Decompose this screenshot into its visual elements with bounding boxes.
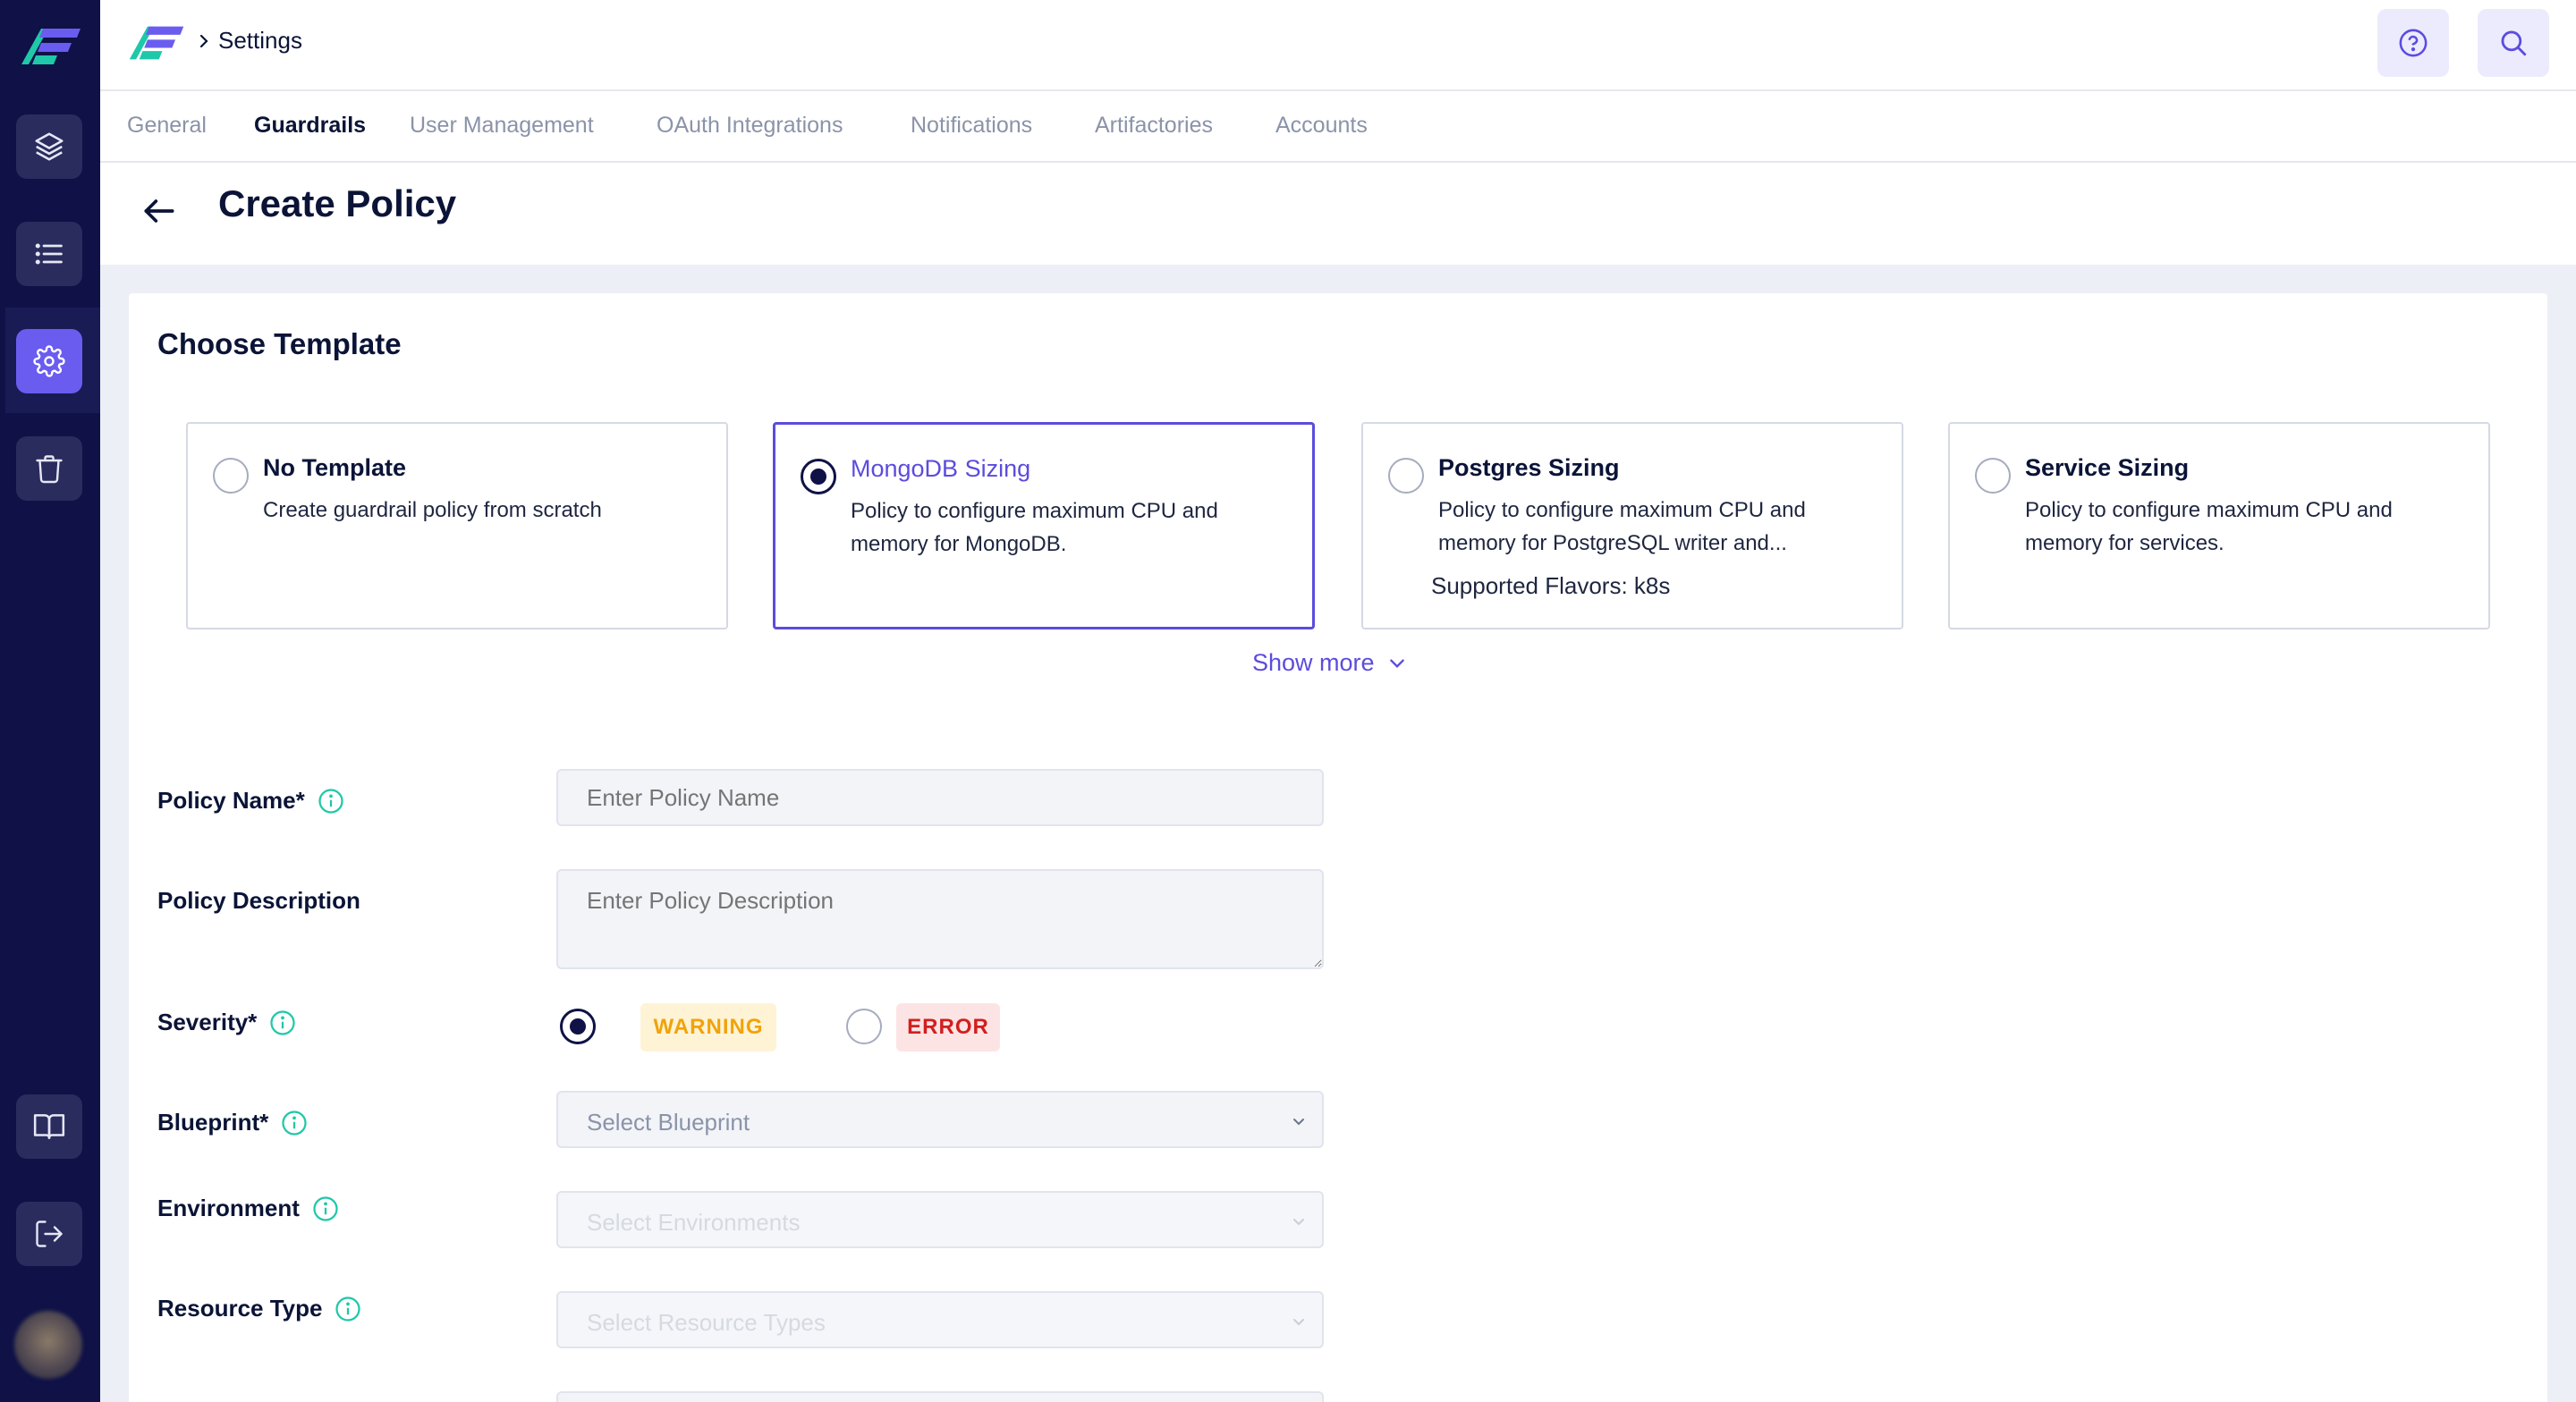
back-arrow-icon[interactable]: [140, 191, 179, 231]
template-description: Policy to configure maximum CPU and memo…: [2025, 498, 2393, 555]
search-icon: [2501, 30, 2527, 56]
resource-type-placeholder: Select Resource Types: [587, 1309, 826, 1336]
help-button[interactable]: [2377, 9, 2449, 77]
blueprint-placeholder: Select Blueprint: [587, 1109, 750, 1136]
tab-accounts[interactable]: Accounts: [1275, 113, 1368, 139]
tab-notifications[interactable]: Notifications: [911, 113, 1032, 139]
choose-template-heading: Choose Template: [157, 327, 402, 360]
severity-label: Severity*: [157, 1009, 296, 1036]
template-radio[interactable]: [1975, 458, 2011, 494]
chevron-down-icon: [1293, 1319, 1304, 1326]
policy-name-input[interactable]: [556, 769, 1324, 826]
tab-artifactories[interactable]: Artifactories: [1095, 113, 1213, 139]
template-card-no-template[interactable]: No Template Create guardrail policy from…: [186, 422, 728, 629]
severity-error-radio[interactable]: [846, 1009, 882, 1044]
template-description: Create guardrail policy from scratch: [263, 498, 602, 522]
severity-warning-radio[interactable]: [560, 1009, 596, 1044]
environment-placeholder: Select Environments: [587, 1209, 801, 1236]
template-name: Service Sizing: [2025, 454, 2190, 481]
show-more-button[interactable]: Show more: [1252, 649, 1407, 677]
severity-error-badge[interactable]: ERROR: [896, 1003, 1000, 1052]
app-logo-icon[interactable]: [21, 25, 80, 68]
info-icon[interactable]: [318, 788, 344, 815]
policy-description-label-text: Policy Description: [157, 887, 360, 914]
sidebar-docs-button[interactable]: [16, 1094, 82, 1159]
resource-type-label-text: Resource Type: [157, 1295, 323, 1322]
logout-icon: [36, 1220, 63, 1247]
template-description: Policy to configure maximum CPU and memo…: [851, 499, 1218, 556]
blueprint-select[interactable]: Select Blueprint: [556, 1091, 1324, 1148]
template-card-service-sizing[interactable]: Service Sizing Policy to configure maxim…: [1948, 422, 2490, 629]
chevron-right-icon: [199, 34, 208, 48]
tab-oauth-integrations[interactable]: OAuth Integrations: [657, 113, 843, 139]
info-icon[interactable]: [312, 1195, 339, 1222]
sidebar-logout-button[interactable]: [16, 1202, 82, 1266]
policy-description-input[interactable]: [556, 869, 1324, 969]
sidebar-trash-button[interactable]: [16, 436, 82, 501]
trash-icon: [36, 455, 63, 484]
template-name: MongoDB Sizing: [851, 455, 1031, 482]
environment-select[interactable]: Select Environments: [556, 1191, 1324, 1248]
brand-logo-icon[interactable]: [127, 23, 186, 63]
policy-name-label-text: Policy Name*: [157, 787, 305, 814]
severity-label-text: Severity*: [157, 1009, 258, 1035]
info-icon[interactable]: [269, 1009, 296, 1036]
chevron-down-icon: [1389, 658, 1404, 668]
sidebar-layers-button[interactable]: [16, 114, 82, 179]
main-area: Settings General Guardrails User Managem…: [100, 0, 2576, 1402]
breadcrumb-title: Settings: [218, 27, 302, 54]
template-name: No Template: [263, 454, 407, 481]
policy-description-label: Policy Description: [157, 887, 360, 915]
show-more-label: Show more: [1252, 649, 1375, 676]
template-description: Policy to configure maximum CPU and memo…: [1438, 498, 1806, 555]
chevron-down-icon: [1293, 1219, 1304, 1226]
sidebar: [0, 0, 100, 1402]
chevron-down-icon: [1293, 1119, 1304, 1126]
environment-label: Environment: [157, 1195, 339, 1222]
template-flavors: Supported Flavors: k8s: [1431, 572, 1671, 599]
gear-icon: [33, 345, 65, 377]
resource-type-select[interactable]: Select Resource Types: [556, 1291, 1324, 1348]
tab-guardrails[interactable]: Guardrails: [254, 113, 366, 139]
info-icon[interactable]: [281, 1110, 308, 1136]
template-radio[interactable]: [213, 458, 249, 494]
search-button[interactable]: [2478, 9, 2549, 77]
settings-tabs: General Guardrails User Management OAuth…: [100, 91, 2576, 163]
environment-label-text: Environment: [157, 1195, 300, 1221]
create-policy-card: Choose Template No Template Create guard…: [129, 293, 2547, 1402]
blueprint-label-text: Blueprint*: [157, 1109, 269, 1136]
template-name: Postgres Sizing: [1438, 454, 1620, 481]
resource-type-label: Resource Type: [157, 1295, 361, 1322]
policy-name-label: Policy Name*: [157, 787, 344, 815]
next-field-partial[interactable]: [556, 1391, 1324, 1402]
template-card-postgres-sizing[interactable]: Postgres Sizing Policy to configure maxi…: [1361, 422, 1903, 629]
template-radio-selected[interactable]: [801, 459, 836, 494]
tab-general[interactable]: General: [127, 113, 207, 139]
sidebar-list-button[interactable]: [16, 222, 82, 286]
template-card-mongodb-sizing[interactable]: MongoDB Sizing Policy to configure maxim…: [773, 422, 1315, 629]
severity-warning-badge[interactable]: WARNING: [640, 1003, 776, 1052]
list-icon: [35, 243, 63, 265]
book-icon: [33, 1114, 65, 1139]
page-header: Create Policy: [100, 163, 2576, 265]
tab-user-management[interactable]: User Management: [410, 113, 594, 139]
layers-icon: [35, 132, 64, 161]
topbar: Settings: [100, 0, 2576, 91]
help-icon: [2399, 29, 2428, 57]
sidebar-settings-button[interactable]: [16, 329, 82, 393]
info-icon[interactable]: [335, 1296, 361, 1322]
page-title: Create Policy: [218, 182, 457, 224]
blueprint-label: Blueprint*: [157, 1109, 308, 1136]
template-radio[interactable]: [1388, 458, 1424, 494]
avatar[interactable]: [14, 1311, 82, 1379]
